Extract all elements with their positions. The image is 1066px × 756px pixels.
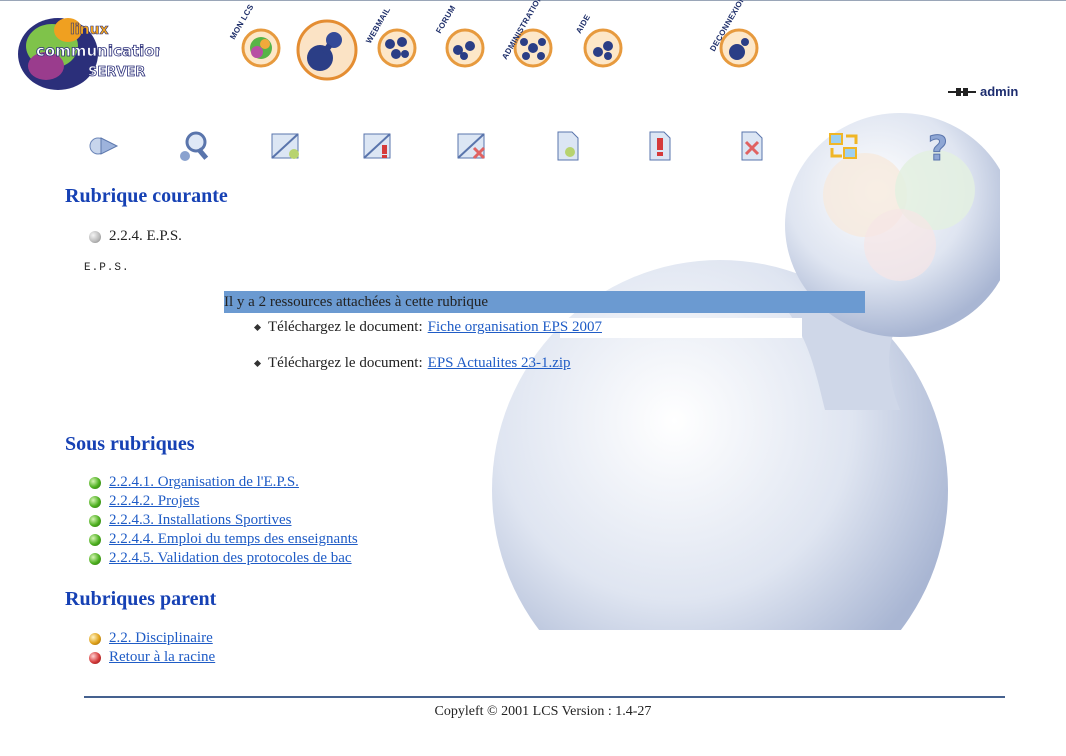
sub-rubrique-link[interactable]: 2.2.4.4. Emploi du temps des enseignants: [109, 531, 358, 548]
green-ball-icon: [89, 533, 101, 546]
arrow-icon[interactable]: [85, 128, 121, 164]
green-ball-icon: [89, 514, 101, 527]
lcs-logo[interactable]: linux communication SERVER: [10, 8, 160, 92]
nav-aide[interactable]: AIDE: [570, 12, 640, 84]
plug-icon: [948, 87, 976, 96]
diamond-bullet-icon: [253, 359, 262, 368]
current-description: E.P.S.: [84, 262, 130, 274]
molecule-icon: [296, 19, 358, 81]
sub-rubrique-item[interactable]: 2.2.4.2. Projets: [89, 493, 199, 510]
parent-rubrique-item[interactable]: 2.2. Disciplinaire: [89, 630, 213, 647]
resource-link-fiche[interactable]: Fiche organisation EPS 2007: [428, 319, 602, 336]
delete-folder-icon[interactable]: [454, 128, 490, 164]
white-patch-2: [264, 338, 432, 352]
nav-webmail[interactable]: WEBMAIL: [364, 6, 434, 84]
folder-warning-icon[interactable]: [360, 128, 396, 164]
parent-rubrique-link[interactable]: 2.2. Disciplinaire: [109, 630, 213, 647]
user-indicator[interactable]: admin: [948, 84, 1018, 99]
resource-prefix: Téléchargez le document:: [268, 319, 423, 335]
nav-mon-lcs[interactable]: MON LCS: [228, 3, 298, 84]
root-return-link[interactable]: Retour à la racine: [109, 649, 215, 666]
nav-administration[interactable]: ADMINISTRATION: [500, 0, 570, 84]
root-return-item[interactable]: Retour à la racine: [89, 649, 215, 666]
green-ball-icon: [89, 552, 101, 565]
green-ball-icon: [89, 476, 101, 489]
resource-prefix: Téléchargez le document:: [268, 355, 423, 371]
current-heading: Rubrique courante: [65, 185, 228, 207]
svg-text:SERVER: SERVER: [88, 65, 145, 80]
green-ball-icon: [89, 495, 101, 508]
new-document-icon[interactable]: [550, 128, 586, 164]
resource-item: Téléchargez le document: EPS Actualites …: [253, 355, 571, 372]
parent-heading: Rubriques parent: [65, 588, 217, 610]
refresh-icon[interactable]: [826, 128, 862, 164]
nav-home-active[interactable]: [296, 14, 360, 86]
help-icon[interactable]: ?: [920, 128, 956, 165]
new-folder-icon[interactable]: [268, 128, 304, 164]
svg-text:linux: linux: [70, 22, 109, 38]
red-ball-icon: [89, 651, 101, 664]
nav-forum[interactable]: FORUM: [432, 4, 502, 84]
footer-divider: [84, 696, 1005, 698]
svg-text:communication: communication: [36, 42, 160, 60]
sub-rubrique-link[interactable]: 2.2.4.5. Validation des protocoles de ba…: [109, 550, 352, 567]
delete-document-icon[interactable]: [734, 128, 770, 164]
sub-rubrique-link[interactable]: 2.2.4.3. Installations Sportives: [109, 512, 292, 529]
diamond-bullet-icon: [253, 323, 262, 332]
resource-link-zip[interactable]: EPS Actualites 23-1.zip: [428, 355, 571, 372]
search-icon[interactable]: [176, 128, 212, 164]
current-rubrique: 2.2.4. E.P.S.: [89, 228, 182, 245]
nav-deconnexion[interactable]: DECONNEXION: [704, 0, 774, 84]
sub-rubrique-item[interactable]: 2.2.4.1. Organisation de l'E.P.S.: [89, 474, 299, 491]
sub-rubrique-item[interactable]: 2.2.4.3. Installations Sportives: [89, 512, 292, 529]
grey-ball-icon: [89, 230, 101, 243]
sub-rubrique-item[interactable]: 2.2.4.4. Emploi du temps des enseignants: [89, 531, 358, 548]
sub-rubrique-link[interactable]: 2.2.4.2. Projets: [109, 493, 199, 510]
username: admin: [980, 84, 1019, 99]
sub-rubrique-link[interactable]: 2.2.4.1. Organisation de l'E.P.S.: [109, 474, 299, 491]
sub-rubrique-item[interactable]: 2.2.4.5. Validation des protocoles de ba…: [89, 550, 352, 567]
document-warning-icon[interactable]: [642, 128, 678, 164]
resource-item: Téléchargez le document: Fiche organisat…: [253, 319, 602, 336]
current-title: 2.2.4. E.P.S.: [109, 228, 182, 244]
svg-text:?: ?: [928, 129, 948, 164]
sub-heading: Sous rubriques: [65, 433, 195, 455]
footer-text: Copyleft © 2001 LCS Version : 1.4-27: [434, 704, 652, 719]
resources-header: Il y a 2 ressources attachées à cette ru…: [224, 291, 865, 313]
orange-ball-icon: [89, 632, 101, 645]
